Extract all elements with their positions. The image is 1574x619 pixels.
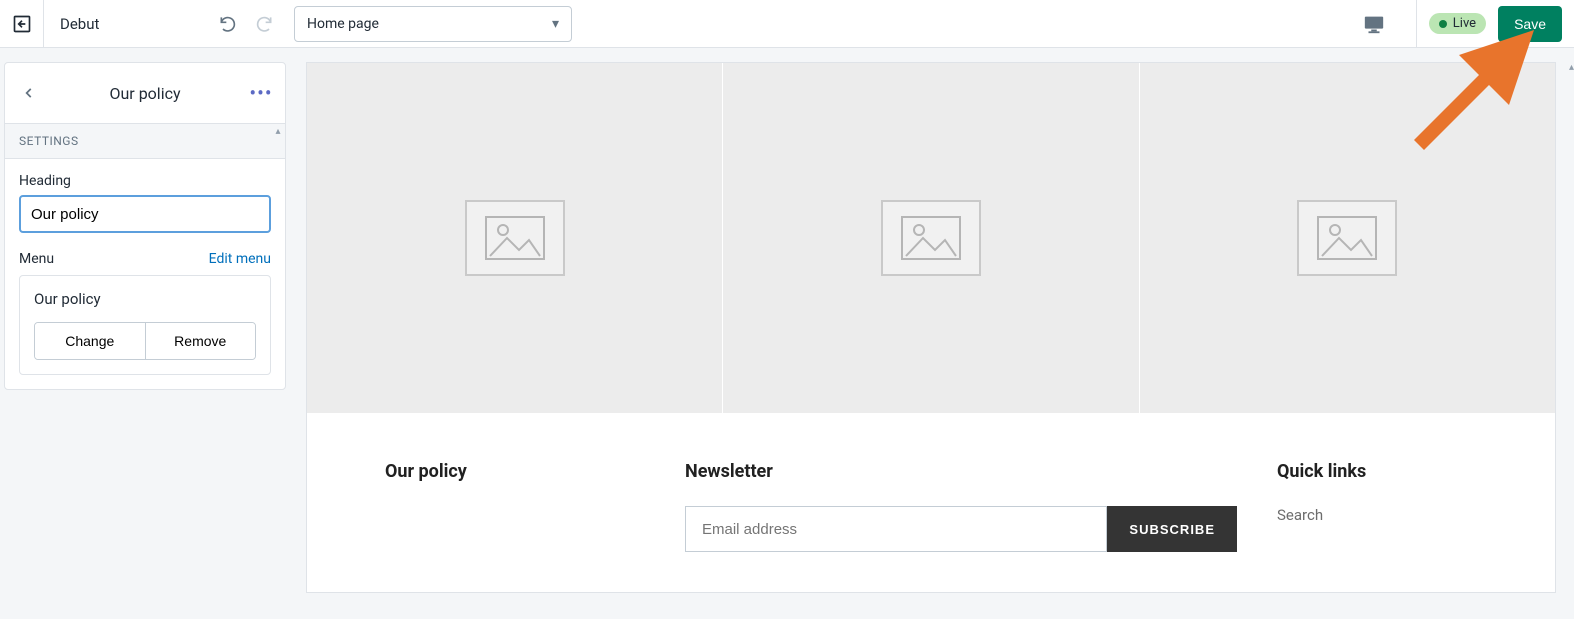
gallery-item[interactable] — [723, 63, 1139, 413]
footer-newsletter-heading: Newsletter — [685, 461, 1237, 482]
chevron-down-icon: ▾ — [552, 16, 559, 32]
menu-name: Our policy — [34, 290, 256, 308]
gallery-item[interactable] — [307, 63, 723, 413]
edit-menu-link[interactable]: Edit menu — [209, 251, 271, 267]
redo-button[interactable] — [250, 10, 278, 38]
page-selector[interactable]: Home page ▾ — [294, 6, 572, 42]
live-label: Live — [1453, 16, 1476, 31]
heading-input[interactable] — [19, 195, 271, 233]
image-placeholder-icon — [881, 200, 981, 276]
footer-quick-links-heading: Quick links — [1277, 461, 1477, 482]
footer-policy-column: Our policy — [385, 461, 645, 552]
topbar: Debut Home page ▾ Live Save — [0, 0, 1574, 48]
exit-icon — [12, 14, 32, 34]
main-area: Our policy ••• SETTINGS ▴ Heading Menu E… — [0, 48, 1574, 619]
settings-section-label: SETTINGS ▴ — [5, 123, 285, 159]
preview-footer: Our policy Newsletter SUBSCRIBE Quick li… — [307, 413, 1555, 592]
panel-title: Our policy — [41, 84, 249, 103]
desktop-icon — [1363, 13, 1385, 35]
redo-icon — [254, 14, 274, 34]
viewport-desktop-button[interactable] — [1356, 6, 1392, 42]
more-actions-button[interactable]: ••• — [249, 81, 273, 105]
preview-frame: Our policy Newsletter SUBSCRIBE Quick li… — [306, 62, 1556, 593]
settings-panel: Our policy ••• SETTINGS ▴ Heading Menu E… — [4, 62, 286, 390]
scroll-up-icon: ▴ — [1569, 62, 1574, 73]
panel-header: Our policy ••• — [5, 63, 285, 123]
page-selector-label: Home page — [307, 16, 379, 32]
image-placeholder-icon — [1297, 200, 1397, 276]
live-badge: Live — [1429, 13, 1486, 34]
exit-button[interactable] — [0, 0, 44, 48]
gallery-item[interactable] — [1140, 63, 1555, 413]
panel-body: Heading Menu Edit menu Our policy Change… — [5, 159, 285, 389]
email-input[interactable] — [685, 506, 1107, 552]
change-button[interactable]: Change — [35, 323, 145, 359]
menu-field-label: Menu — [19, 251, 54, 267]
back-button[interactable] — [17, 86, 41, 100]
undo-button[interactable] — [214, 10, 242, 38]
save-button[interactable]: Save — [1498, 6, 1562, 42]
chevron-left-icon — [22, 86, 36, 100]
preview-area: ▴ — [290, 48, 1574, 619]
sidebar: Our policy ••• SETTINGS ▴ Heading Menu E… — [0, 48, 290, 619]
divider — [1416, 0, 1417, 48]
footer-quick-links-column: Quick links Search — [1277, 461, 1477, 552]
subscribe-button[interactable]: SUBSCRIBE — [1107, 506, 1237, 552]
more-icon: ••• — [249, 81, 272, 105]
quick-link-search[interactable]: Search — [1277, 506, 1477, 524]
status-dot-icon — [1439, 20, 1447, 28]
gallery-row — [307, 63, 1555, 413]
scroll-up-icon: ▴ — [275, 126, 281, 137]
footer-policy-heading: Our policy — [385, 461, 645, 482]
theme-name: Debut — [44, 15, 214, 33]
footer-newsletter-column: Newsletter SUBSCRIBE — [685, 461, 1237, 552]
image-placeholder-icon — [465, 200, 565, 276]
heading-field-label: Heading — [19, 173, 271, 189]
undo-icon — [218, 14, 238, 34]
menu-card: Our policy Change Remove — [19, 275, 271, 375]
remove-button[interactable]: Remove — [145, 323, 256, 359]
